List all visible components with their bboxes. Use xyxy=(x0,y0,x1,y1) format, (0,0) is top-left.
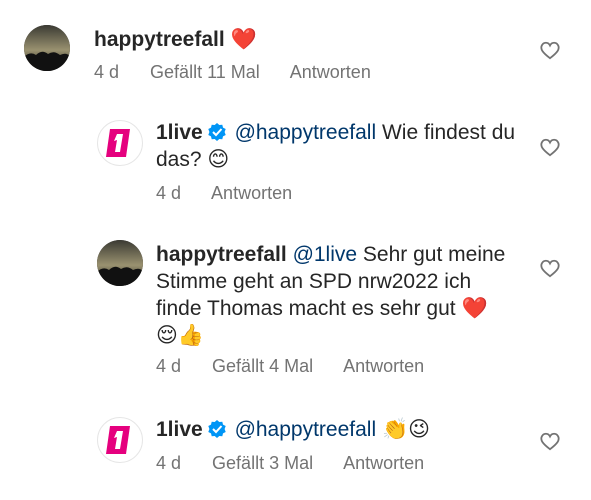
heart-outline-icon[interactable] xyxy=(539,40,561,60)
comment-line-2: Stimme geht an SPD nrw2022 ich xyxy=(156,270,472,293)
likes-count[interactable]: Gefällt 3 Mal xyxy=(212,453,313,473)
username[interactable]: happytreefall xyxy=(94,28,225,51)
reply-button[interactable]: Antworten xyxy=(211,183,292,203)
comment-line-3: finde Thomas macht es sehr gut ❤️ xyxy=(156,295,536,322)
mention-link[interactable]: @1live xyxy=(293,243,358,266)
username[interactable]: happytreefall xyxy=(156,243,287,266)
heart-outline-icon[interactable] xyxy=(539,258,561,278)
mention-link[interactable]: @happytreefall xyxy=(235,418,377,441)
heart-emoji: ❤️ xyxy=(461,296,488,320)
likes-count[interactable]: Gefällt 11 Mal xyxy=(150,62,260,82)
reply-button[interactable]: Antworten xyxy=(343,356,424,376)
avatar-1live[interactable] xyxy=(97,417,143,463)
comment-meta: 4 d Gefällt 11 Mal Antworten xyxy=(94,62,397,83)
verified-badge-icon xyxy=(208,420,226,438)
comment-body: 1live @happytreefall Wie findest du das?… xyxy=(156,119,536,173)
comment-meta: 4 d Antworten xyxy=(156,183,318,204)
username[interactable]: 1live xyxy=(156,121,203,144)
reply-button[interactable]: Antworten xyxy=(290,62,371,82)
comment-meta: 4 d Gefällt 4 Mal Antworten xyxy=(156,356,450,377)
avatar-happytreefall[interactable] xyxy=(24,25,70,71)
mention-link[interactable]: @happytreefall xyxy=(235,121,377,144)
verified-badge-icon xyxy=(208,123,226,141)
comment-line-1: happytreefall @1live Sehr gut meine xyxy=(156,241,536,268)
comment-body: 1live @happytreefall 👏😉 xyxy=(156,416,536,443)
reply-button[interactable]: Antworten xyxy=(343,453,424,473)
comment-meta: 4 d Gefällt 3 Mal Antworten xyxy=(156,453,450,474)
heart-outline-icon[interactable] xyxy=(539,431,561,451)
avatar-happytreefall[interactable] xyxy=(97,240,143,286)
likes-count[interactable]: Gefällt 4 Mal xyxy=(212,356,313,376)
heart-outline-icon[interactable] xyxy=(539,137,561,157)
timestamp: 4 d xyxy=(94,62,120,82)
avatar-1live[interactable] xyxy=(97,120,143,166)
heart-emoji: ❤️ xyxy=(230,27,257,51)
comment-text: Sehr gut meine xyxy=(362,243,506,266)
timestamp: 4 d xyxy=(156,356,182,376)
comment-body: happytreefall ❤️ xyxy=(94,26,257,53)
timestamp: 4 d xyxy=(156,453,182,473)
username[interactable]: 1live xyxy=(156,418,203,441)
comment-body: happytreefall @1live Sehr gut meine Stim… xyxy=(156,241,536,349)
clap-wink-emoji: 👏😉 xyxy=(381,417,431,441)
comment-text: finde Thomas macht es sehr gut xyxy=(156,297,456,320)
timestamp: 4 d xyxy=(156,183,182,203)
smile-emoji: 😊 xyxy=(207,147,230,171)
emoji-line: 😌👍 xyxy=(156,323,205,347)
